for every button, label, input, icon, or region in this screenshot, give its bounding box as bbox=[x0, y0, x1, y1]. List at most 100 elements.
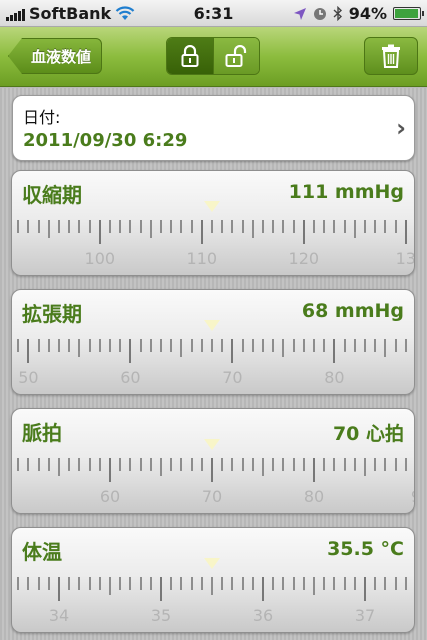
minor-tick bbox=[313, 339, 315, 352]
minor-tick bbox=[384, 577, 387, 590]
minor-tick bbox=[364, 339, 366, 352]
major-tick bbox=[27, 339, 30, 363]
minor-tick bbox=[384, 220, 387, 233]
minor-tick bbox=[282, 220, 285, 233]
minor-tick bbox=[384, 458, 387, 471]
tick-label: 0 bbox=[12, 487, 13, 506]
minor-tick bbox=[251, 458, 254, 471]
tick-label: 13 bbox=[395, 249, 415, 268]
minor-tick bbox=[292, 339, 295, 352]
minor-tick bbox=[109, 220, 111, 233]
minor-tick bbox=[180, 458, 183, 471]
minor-tick bbox=[353, 339, 356, 352]
minor-tick bbox=[302, 458, 305, 471]
minor-tick bbox=[190, 339, 193, 352]
major-tick bbox=[333, 339, 336, 363]
minor-tick bbox=[231, 577, 234, 590]
minor-tick bbox=[241, 577, 244, 590]
minor-tick bbox=[313, 220, 315, 233]
minor-tick bbox=[170, 339, 173, 352]
minor-tick bbox=[200, 577, 203, 590]
minor-tick bbox=[282, 458, 285, 471]
minor-tick bbox=[211, 339, 213, 352]
minor-tick bbox=[37, 577, 40, 590]
minor-tick bbox=[190, 577, 193, 590]
major-tick bbox=[313, 458, 315, 482]
minor-tick bbox=[149, 220, 152, 238]
minor-tick bbox=[88, 220, 91, 233]
delete-button[interactable] bbox=[364, 37, 418, 75]
minor-tick bbox=[282, 577, 285, 590]
minor-tick bbox=[200, 458, 203, 471]
major-tick bbox=[58, 577, 60, 601]
location-icon bbox=[293, 7, 306, 20]
unlock-button[interactable] bbox=[212, 38, 259, 74]
minor-tick bbox=[343, 339, 346, 352]
minor-tick bbox=[68, 220, 71, 233]
clock-icon bbox=[313, 7, 326, 20]
lock-button[interactable] bbox=[167, 38, 213, 74]
tick-label: 34 bbox=[48, 606, 70, 625]
minor-tick bbox=[129, 577, 132, 590]
minor-tick bbox=[88, 339, 91, 352]
diastolic-value: 68 mmHg bbox=[301, 300, 404, 322]
tick-label: 80 bbox=[324, 368, 345, 387]
minor-tick bbox=[364, 458, 366, 476]
minor-tick bbox=[292, 458, 295, 471]
major-tick bbox=[231, 339, 234, 363]
minor-tick bbox=[119, 220, 122, 233]
major-tick bbox=[211, 458, 213, 482]
minor-tick bbox=[139, 577, 142, 590]
minor-tick bbox=[58, 458, 60, 476]
minor-tick bbox=[251, 577, 254, 590]
minor-tick bbox=[190, 458, 193, 471]
minor-tick bbox=[323, 339, 326, 352]
systolic-card[interactable]: 9010011012013 収縮期 111 mmHg bbox=[11, 170, 415, 276]
minor-tick bbox=[68, 577, 71, 590]
minor-tick bbox=[27, 458, 30, 471]
minor-tick bbox=[262, 220, 264, 233]
back-button[interactable]: 血液数値 bbox=[8, 38, 103, 74]
minor-tick bbox=[78, 577, 81, 590]
minor-tick bbox=[394, 458, 397, 471]
minor-tick bbox=[160, 458, 162, 476]
systolic-label: 収縮期 bbox=[22, 183, 82, 207]
systolic-value: 111 mmHg bbox=[288, 181, 404, 203]
minor-tick bbox=[353, 458, 356, 471]
minor-tick bbox=[139, 458, 142, 471]
temperature-card[interactable]: 34 35 36 37 体温 35.5 °C bbox=[11, 527, 415, 633]
minor-tick bbox=[211, 220, 213, 233]
minor-tick bbox=[88, 458, 91, 471]
tick-label: 120 bbox=[288, 249, 320, 268]
major-tick bbox=[160, 577, 162, 601]
minor-tick bbox=[231, 458, 234, 471]
content-area: 日付: 2011/09/30 6:29 › 9010011012013 収縮期 … bbox=[0, 88, 427, 640]
minor-tick bbox=[170, 577, 173, 590]
tick-label: 80 bbox=[303, 487, 325, 506]
pointer-icon bbox=[204, 201, 220, 212]
pulse-card[interactable]: 0 60 70 80 9 脈拍 70 心拍 bbox=[11, 408, 415, 514]
minor-tick bbox=[374, 339, 377, 352]
minor-tick bbox=[180, 220, 183, 233]
minor-tick bbox=[272, 458, 275, 471]
minor-tick bbox=[262, 458, 264, 476]
minor-tick bbox=[221, 220, 224, 233]
minor-tick bbox=[374, 458, 377, 471]
diastolic-card[interactable]: 50 60 70 80 拡張期 68 mmHg bbox=[11, 289, 415, 395]
minor-tick bbox=[37, 220, 40, 233]
minor-tick bbox=[160, 339, 162, 352]
minor-tick bbox=[68, 458, 71, 471]
minor-tick bbox=[323, 220, 326, 233]
minor-tick bbox=[17, 339, 20, 352]
lock-segmented-control[interactable] bbox=[166, 37, 260, 75]
minor-tick bbox=[333, 577, 336, 590]
minor-tick bbox=[98, 339, 101, 352]
tick-label: 35 bbox=[150, 606, 172, 625]
date-row[interactable]: 日付: 2011/09/30 6:29 › bbox=[12, 95, 415, 161]
minor-tick bbox=[37, 339, 40, 352]
major-tick bbox=[109, 458, 111, 482]
minor-tick bbox=[343, 577, 346, 590]
minor-tick bbox=[353, 220, 356, 238]
minor-tick bbox=[27, 577, 30, 590]
minor-tick bbox=[47, 458, 50, 471]
